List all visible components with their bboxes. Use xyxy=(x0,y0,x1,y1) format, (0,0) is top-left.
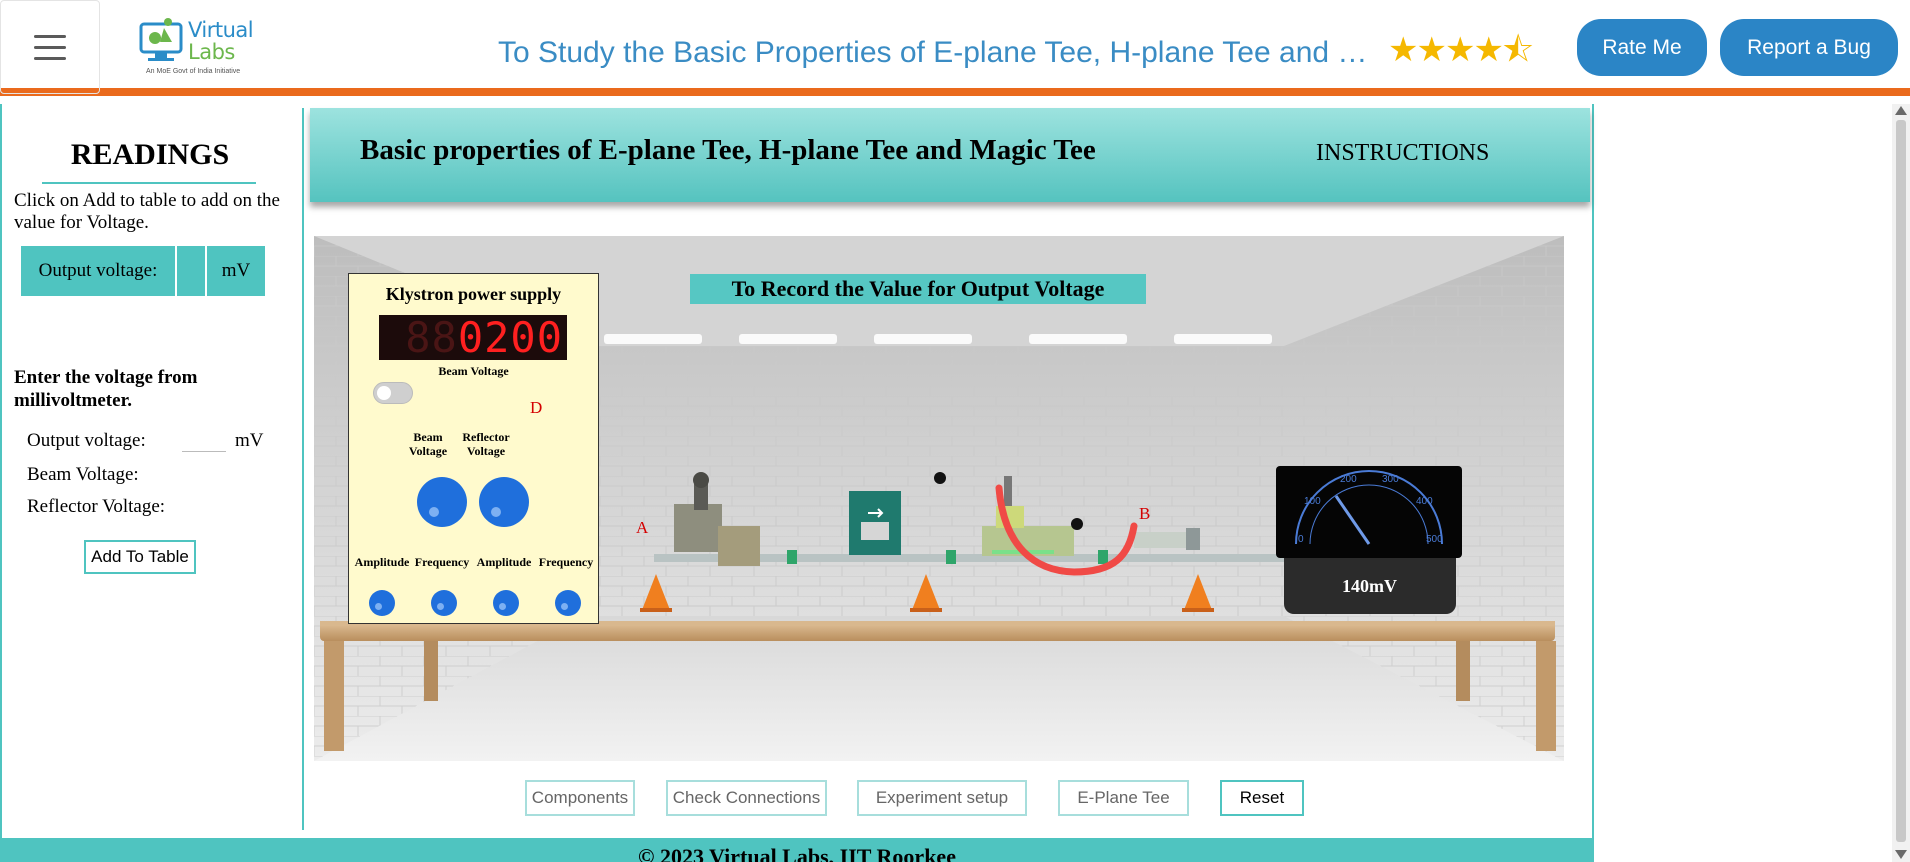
footer: © 2023 Virtual Labs, IIT Roorkee xyxy=(0,840,1594,862)
frequency-knob-2[interactable] xyxy=(555,590,581,616)
components-button[interactable]: Components xyxy=(525,780,635,816)
amplitude-label-1: Amplitude xyxy=(354,555,410,569)
display-ghost-digits: 88 xyxy=(405,313,458,362)
readings-divider xyxy=(42,182,256,184)
top-header: Virtual Labs An MoE Govt of India Initia… xyxy=(0,0,1910,96)
readings-table-label: Output voltage: xyxy=(21,246,177,296)
port-label-a: A xyxy=(636,518,649,537)
scroll-down-arrow-icon[interactable] xyxy=(1895,850,1907,859)
experiment-setup-button[interactable]: Experiment setup xyxy=(857,780,1027,816)
reset-button[interactable]: Reset xyxy=(1220,780,1304,816)
dial-tick-200: 200 xyxy=(1340,474,1357,485)
frequency-knob-1[interactable] xyxy=(431,590,457,616)
beam-voltage-knob[interactable] xyxy=(417,477,467,527)
amplitude-knob-1[interactable] xyxy=(369,590,395,616)
klystron-title: Klystron power supply xyxy=(385,284,562,304)
readings-title: READINGS xyxy=(70,138,230,171)
readings-panel: READINGS Click on Add to table to add on… xyxy=(2,108,304,830)
add-to-table-button[interactable]: Add To Table xyxy=(84,540,196,574)
meter-dial-icon: 0 100 200 300 400 500 xyxy=(1295,470,1443,545)
millivoltmeter[interactable]: 0 100 200 300 400 500 140mV xyxy=(1272,462,1468,616)
virtual-labs-logo[interactable]: Virtual Labs An MoE Govt of India Initia… xyxy=(138,14,254,78)
logo-text-virtual: Virtual xyxy=(188,18,254,42)
experiment-title: Basic properties of E-plane Tee, H-plane… xyxy=(360,134,1096,166)
port-label-b: B xyxy=(1139,504,1151,523)
beam-voltage-display: 880200 xyxy=(379,315,567,360)
power-toggle-switch[interactable] xyxy=(373,382,413,404)
enter-voltage-instruction: Enter the voltage from millivoltmeter. xyxy=(14,367,198,411)
logo-tagline: An MoE Govt of India Initiative xyxy=(146,68,241,75)
report-bug-button[interactable]: Report a Bug xyxy=(1720,19,1898,76)
readings-table-unit: mV xyxy=(207,246,267,296)
rating-stars[interactable]: ★★★★⯪ xyxy=(1388,26,1534,83)
scene-task-title: To Record the Value for Output Voltage xyxy=(690,274,1146,304)
scrollbar-thumb[interactable] xyxy=(1896,120,1906,842)
display-label: Beam Voltage xyxy=(438,364,509,378)
logo-text-labs: Labs xyxy=(188,40,235,64)
meter-face: 0 100 200 300 400 500 xyxy=(1276,466,1462,558)
hamburger-line xyxy=(34,45,66,49)
frequency-label-1: Frequency xyxy=(414,555,470,569)
reflector-voltage-label: Reflector Voltage: xyxy=(27,496,166,517)
footer-copyright: © 2023 Virtual Labs, IIT Roorkee xyxy=(638,844,956,862)
output-voltage-unit: mV xyxy=(235,430,264,451)
amplitude-label-2: Amplitude xyxy=(476,555,532,569)
dial-tick-100: 100 xyxy=(1304,496,1321,507)
readings-table-value xyxy=(177,246,207,296)
reflector-voltage-knob-label: Reflector Voltage xyxy=(462,430,510,458)
scroll-up-arrow-icon[interactable] xyxy=(1895,106,1907,115)
readings-hint: Click on Add to table to add on the valu… xyxy=(14,190,280,233)
dial-tick-0: 0 xyxy=(1298,534,1304,545)
readings-table: Output voltage: mV xyxy=(21,246,273,296)
hamburger-menu-icon[interactable] xyxy=(0,0,100,94)
beam-voltage-knob-label: Beam Voltage xyxy=(408,430,448,458)
dial-tick-300: 300 xyxy=(1382,474,1399,485)
klystron-power-supply: Klystron power supply 880200 Beam Voltag… xyxy=(348,273,599,624)
hamburger-line xyxy=(34,34,66,38)
page-title: To Study the Basic Properties of E-plane… xyxy=(498,36,1368,69)
output-voltage-label: Output voltage: xyxy=(27,430,146,451)
instructions-link[interactable]: INSTRUCTIONS xyxy=(1316,140,1489,167)
dial-tick-400: 400 xyxy=(1416,496,1433,507)
meter-reading: 140mV xyxy=(1342,576,1397,596)
frequency-label-2: Frequency xyxy=(538,555,594,569)
check-connections-button[interactable]: Check Connections xyxy=(666,780,827,816)
logo-monitor-icon xyxy=(139,18,183,61)
port-label-d: D xyxy=(530,398,543,417)
display-digits: 0200 xyxy=(457,313,563,362)
e-plane-tee-button[interactable]: E-Plane Tee xyxy=(1058,780,1189,816)
amplitude-knob-2[interactable] xyxy=(493,590,519,616)
dial-tick-500: 500 xyxy=(1426,534,1443,545)
beam-voltage-label: Beam Voltage: xyxy=(27,464,139,485)
rate-me-button[interactable]: Rate Me xyxy=(1577,19,1707,76)
output-voltage-input[interactable] xyxy=(182,430,226,452)
hamburger-line xyxy=(34,56,66,60)
reflector-voltage-knob[interactable] xyxy=(479,477,529,527)
experiment-banner: Basic properties of E-plane Tee, H-plane… xyxy=(310,108,1590,202)
